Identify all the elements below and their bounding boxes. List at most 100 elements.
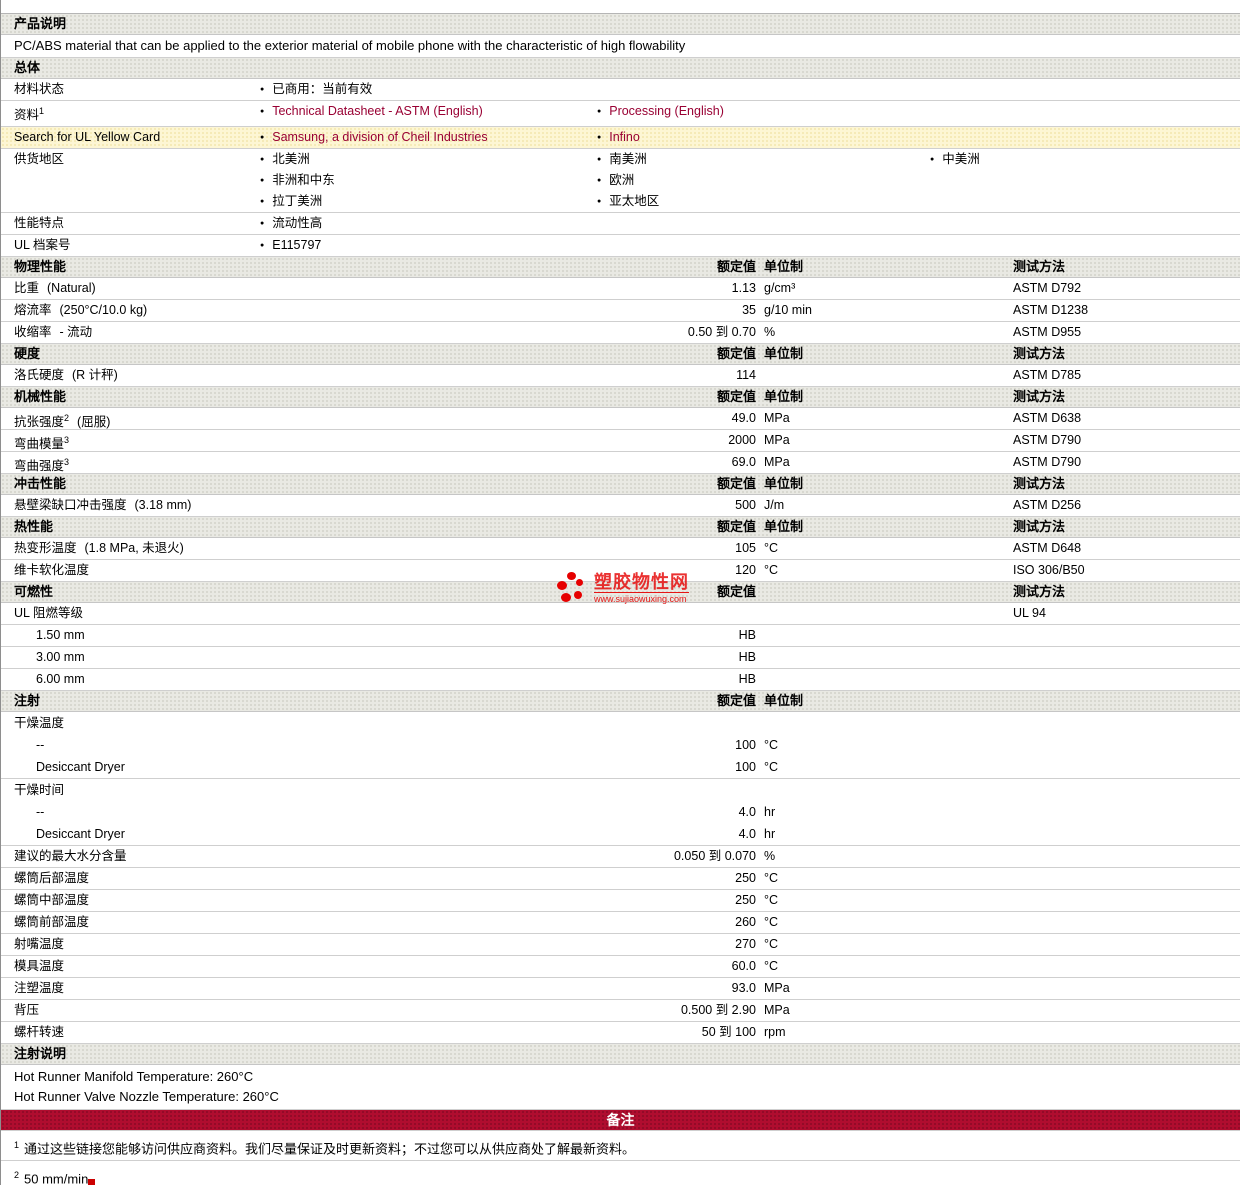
property-subrow: Desiccant Dryer 100 °C	[1, 756, 1240, 778]
section-title-text: 冲击性能	[14, 476, 67, 492]
rated-value-header: 额定值	[716, 389, 756, 405]
bullet-text: 非洲和中东	[272, 173, 335, 188]
property-note: (R 计秤)	[72, 368, 118, 383]
property-label-text: 螺杆转速	[14, 1025, 65, 1040]
property-note: (Natural)	[47, 281, 96, 296]
test-method	[1006, 647, 1240, 668]
bullet-column: E115797	[247, 235, 584, 256]
property-subrow: Desiccant Dryer 4.0 hr	[1, 823, 1240, 845]
test-method	[1006, 868, 1240, 889]
property-value	[636, 603, 756, 624]
section-title-text: 物理性能	[14, 259, 67, 275]
bullet-column: 已商用：当前有效	[247, 79, 584, 100]
bullet-item: 欧洲	[597, 170, 917, 191]
remarks-title: 备注	[606, 1112, 635, 1129]
bullet-item: 非洲和中东	[260, 170, 584, 191]
property-label: 3.00 mm	[1, 647, 636, 668]
property-unit: rpm	[764, 1025, 786, 1040]
property-label: 比重 (Natural)	[1, 278, 636, 299]
property-label-text: 射嘴温度	[14, 937, 65, 952]
property-value: 93.0	[731, 981, 756, 996]
property-value: 105	[735, 541, 756, 556]
property-unit	[756, 365, 1006, 386]
property-subrow: -- 100 °C	[1, 734, 1240, 756]
unit-header: 单位制	[764, 519, 804, 535]
property-label-text: Desiccant Dryer	[36, 760, 125, 775]
notes-block: Hot Runner Manifold Temperature: 260°C Ho…	[1, 1065, 1240, 1111]
property-label-text: 注塑温度	[14, 981, 65, 996]
property-row: 收缩率 - 流动 0.50 到 0.70% ASTM D955	[1, 322, 1240, 345]
section-title-text: 硬度	[14, 346, 41, 362]
info-label: 性能特点	[1, 213, 247, 234]
property-unit	[756, 625, 1006, 646]
property-note: (250°C/10.0 kg)	[59, 303, 148, 318]
property-label: Desiccant Dryer	[1, 756, 636, 778]
property-unit: °C	[764, 937, 779, 952]
property-label: 熔流率 (250°C/10.0 kg)	[1, 300, 636, 321]
test-method	[1006, 801, 1240, 823]
property-row: 3.00 mm HB	[1, 647, 1240, 670]
columns-header: 热性能 额定值 单位制 测试方法	[1, 517, 1240, 539]
test-method	[1006, 846, 1240, 867]
bullet-text: 亚太地区	[609, 194, 660, 209]
bullet-text: 南美洲	[609, 152, 647, 167]
property-value: 250	[735, 871, 756, 886]
technical-datasheet-link[interactable]: Technical Datasheet - ASTM (English)	[272, 104, 483, 118]
sujiaowuxing-logo: 塑胶物性网 www.sujiaowuxing.com	[557, 572, 689, 606]
bullet-column: 流动性高	[247, 213, 584, 234]
logo-url: www.sujiaowuxing.com	[594, 592, 689, 605]
test-method: ASTM D792	[1013, 281, 1082, 296]
property-value: 270	[735, 937, 756, 952]
section-header-product-description: 产品说明	[1, 14, 1240, 35]
superscript-ref: 3	[64, 435, 70, 446]
property-label-text: 热变形温度	[14, 541, 77, 556]
property-label-text: 维卡软化温度	[14, 563, 90, 578]
rated-value-header: 额定值	[716, 693, 756, 709]
property-row: 洛氏硬度 (R 计秤) 114 ASTM D785	[1, 365, 1240, 388]
section-title-text: 机械性能	[14, 389, 67, 405]
property-value: 0.500 到 2.90	[680, 1003, 756, 1018]
test-method	[1006, 1000, 1240, 1021]
property-note: (1.8 MPa, 未退火)	[84, 541, 184, 556]
property-label-text: 1.50 mm	[36, 628, 85, 643]
property-row: 建议的最大水分含量 0.050 到 0.070%	[1, 846, 1240, 869]
property-label-text: UL 阻燃等级	[14, 606, 83, 621]
info-label-text: 材料状态	[14, 82, 65, 96]
samsung-link[interactable]: Samsung, a division of Cheil Industries	[272, 130, 487, 144]
test-method	[1006, 956, 1240, 977]
property-label-text: --	[36, 738, 45, 753]
property-note: (屈服)	[77, 415, 111, 430]
property-row: 热变形温度 (1.8 MPa, 未退火) 105 °C ASTM D648	[1, 538, 1240, 561]
property-subrow: -- 4.0 hr	[1, 801, 1240, 823]
test-method: UL 94	[1013, 606, 1046, 621]
unit-header: 单位制	[764, 389, 804, 405]
section-title-text: 注射	[14, 693, 41, 709]
section-header-general: 总体	[1, 58, 1240, 79]
method-header	[1006, 691, 1240, 711]
property-label: 洛氏硬度 (R 计秤)	[1, 365, 636, 386]
test-method	[1006, 934, 1240, 955]
note-line: Hot Runner Valve Nozzle Temperature: 260…	[14, 1089, 279, 1105]
test-method: ASTM D785	[1013, 368, 1082, 383]
info-label-text: 性能特点	[14, 216, 65, 231]
property-label: UL 阻燃等级	[1, 603, 636, 624]
property-label-text: 比重	[14, 281, 40, 296]
infino-link[interactable]: Infino	[609, 130, 640, 144]
property-label: 螺筒前部温度	[1, 912, 636, 933]
property-unit: °C	[764, 760, 779, 775]
property-unit: MPa	[764, 981, 790, 996]
processing-link[interactable]: Processing (English)	[609, 104, 724, 118]
group-label: 干燥时间	[1, 779, 1240, 801]
method-header: 测试方法	[1013, 519, 1066, 535]
test-method: ASTM D1238	[1013, 303, 1089, 318]
test-method	[1006, 823, 1240, 845]
property-label: 注塑温度	[1, 978, 636, 999]
unit-header	[756, 582, 1006, 602]
bullet-column: 中美洲	[917, 149, 1240, 212]
property-unit: °C	[764, 541, 779, 556]
property-value: 500	[735, 498, 756, 513]
property-unit: hr	[764, 805, 776, 820]
property-unit	[756, 647, 1006, 668]
test-method	[1006, 734, 1240, 756]
test-method: ASTM D955	[1013, 325, 1082, 340]
